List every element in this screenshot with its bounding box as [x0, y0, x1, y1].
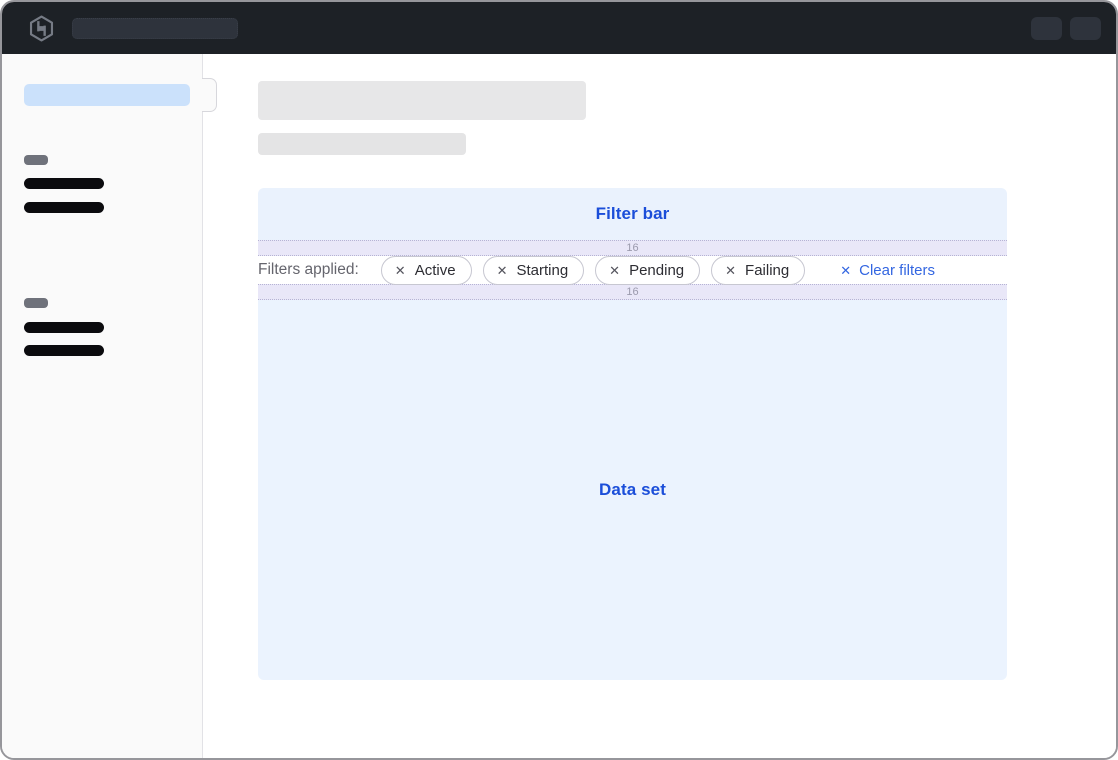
- sidebar-active-item[interactable]: [24, 84, 190, 106]
- filters-applied-row: Filters applied: ✕ Active ✕ Starting ✕ P: [258, 256, 1007, 284]
- topbar-actions: [1031, 17, 1101, 40]
- topbar-action-button-skeleton[interactable]: [1070, 17, 1101, 40]
- topbar-action-button-skeleton[interactable]: [1031, 17, 1062, 40]
- sidebar-nav-item-skeleton[interactable]: [24, 202, 104, 213]
- data-set-panel: Data set: [258, 300, 1007, 680]
- spacing-value-label: 16: [626, 287, 638, 298]
- filter-tag-label: Active: [415, 262, 456, 279]
- sidebar-section-heading-skeleton: [24, 155, 48, 165]
- remove-icon[interactable]: ✕: [497, 264, 508, 277]
- filter-tag-label: Pending: [629, 262, 684, 279]
- spacing-annotation-bottom: 16: [258, 284, 1007, 300]
- filter-tag-starting[interactable]: ✕ Starting: [483, 256, 585, 285]
- page-title-skeleton: [258, 81, 586, 120]
- sidebar-nav-item-skeleton[interactable]: [24, 345, 104, 356]
- spacing-value-label: 16: [626, 243, 638, 254]
- filter-tag-pending[interactable]: ✕ Pending: [595, 256, 700, 285]
- sidebar-nav-item-skeleton[interactable]: [24, 322, 104, 333]
- page-subtitle-skeleton: [258, 133, 466, 155]
- app-window: Filter bar 16 Filters applied: ✕ Active …: [0, 0, 1118, 760]
- filter-bar-panel: Filter bar: [258, 188, 1007, 240]
- search-input-skeleton[interactable]: [72, 18, 238, 39]
- filter-tag-label: Starting: [516, 262, 568, 279]
- clear-filters-label: Clear filters: [859, 262, 935, 279]
- filters-applied-label: Filters applied:: [258, 261, 359, 279]
- panel-stack: Filter bar 16 Filters applied: ✕ Active …: [258, 188, 1007, 680]
- remove-icon[interactable]: ✕: [609, 264, 620, 277]
- filter-tag-label: Failing: [745, 262, 789, 279]
- sidebar: [2, 54, 203, 758]
- remove-icon[interactable]: ✕: [725, 264, 736, 277]
- app-body: Filter bar 16 Filters applied: ✕ Active …: [2, 54, 1116, 758]
- sidebar-nav-item-skeleton[interactable]: [24, 178, 104, 189]
- filter-bar-label: Filter bar: [596, 204, 670, 224]
- filter-tag-list: ✕ Active ✕ Starting ✕ Pending ✕: [381, 256, 805, 285]
- remove-icon: ✕: [840, 264, 851, 277]
- top-navigation-bar: [2, 2, 1116, 54]
- hashicorp-logo-icon: [28, 15, 55, 42]
- sidebar-flyout-tab[interactable]: [202, 78, 217, 112]
- sidebar-section-heading-skeleton: [24, 298, 48, 308]
- clear-filters-button[interactable]: ✕ Clear filters: [840, 262, 935, 279]
- filter-tag-active[interactable]: ✕ Active: [381, 256, 472, 285]
- main-content: Filter bar 16 Filters applied: ✕ Active …: [203, 54, 1116, 758]
- data-set-label: Data set: [599, 480, 666, 500]
- remove-icon[interactable]: ✕: [395, 264, 406, 277]
- spacing-annotation-top: 16: [258, 240, 1007, 256]
- filter-tag-failing[interactable]: ✕ Failing: [711, 256, 805, 285]
